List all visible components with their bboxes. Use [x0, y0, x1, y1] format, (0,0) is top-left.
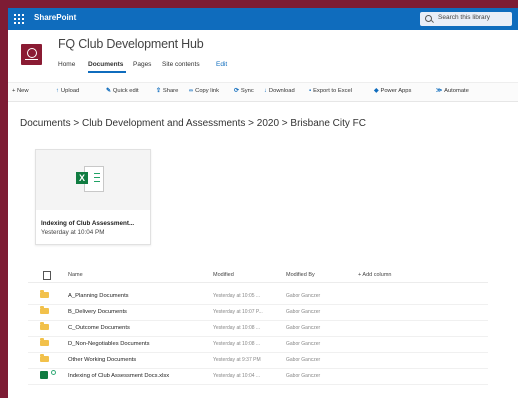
download-button[interactable]: ↓ Download: [264, 88, 295, 94]
row-modified-by: Gabor Ganczer: [286, 357, 321, 363]
excel-file-icon: [40, 371, 48, 379]
link-icon: ∞: [189, 88, 194, 94]
new-file-icon: [51, 370, 56, 375]
automate-button[interactable]: ≫ Automate: [436, 88, 469, 94]
export-excel-button[interactable]: ▪ Export to Excel: [309, 88, 352, 94]
row-modified: Yesterday at 9:37 PM: [213, 357, 261, 363]
list-item[interactable]: Indexing of Club Assessment Docs.xlsx Yes…: [28, 368, 488, 385]
brand-label[interactable]: SharePoint: [34, 13, 76, 22]
sync-button[interactable]: ⟳ Sync: [234, 88, 254, 94]
site-logo[interactable]: [21, 44, 42, 65]
site-header: FQ Club Development Hub Home Documents P…: [8, 30, 518, 82]
row-modified: Yesterday at 10:08 ...: [213, 341, 261, 347]
search-box[interactable]: Search this library: [420, 12, 512, 26]
excel-file-icon: X: [76, 166, 104, 192]
list-item[interactable]: C_Outcome Documents Yesterday at 10:08 ..…: [28, 320, 488, 337]
row-modified-by: Gabor Ganczer: [286, 293, 321, 299]
row-modified-by: Gabor Ganczer: [286, 309, 321, 315]
row-modified: Yesterday at 10:07 P...: [213, 309, 263, 315]
row-modified: Yesterday at 10:05 ...: [213, 293, 261, 299]
tile-modified-time: Yesterday at 10:04 PM: [41, 229, 105, 236]
power-apps-icon: ◆: [374, 88, 379, 94]
site-title[interactable]: FQ Club Development Hub: [58, 37, 204, 51]
suite-bar: SharePoint Search this library: [8, 8, 518, 30]
list-item[interactable]: B_Delivery Documents Yesterday at 10:07 P…: [28, 304, 488, 321]
quick-edit-button[interactable]: ✎ Quick edit: [106, 88, 139, 94]
power-apps-button[interactable]: ◆ Power Apps: [374, 88, 411, 94]
folder-icon: [40, 322, 49, 330]
nav-edit[interactable]: Edit: [216, 61, 227, 68]
pencil-icon: ✎: [106, 88, 111, 94]
nav-active-indicator: [88, 71, 126, 73]
sync-icon: ⟳: [234, 88, 239, 94]
share-icon: ⇪: [156, 88, 161, 94]
folder-icon: [40, 338, 49, 346]
sharepoint-window: SharePoint Search this library FQ Club D…: [8, 8, 518, 398]
folder-icon: [40, 354, 49, 362]
upload-icon: ↑: [56, 88, 59, 94]
nav-documents[interactable]: Documents: [88, 61, 123, 68]
search-icon: [425, 15, 432, 22]
row-modified-by: Gabor Ganczer: [286, 341, 321, 347]
command-bar: + New ↑ Upload ✎ Quick edit ⇪ Share ∞ Copy l…: [8, 82, 518, 102]
column-modified-by[interactable]: Modified By: [286, 272, 315, 278]
tile-file-name: Indexing of Club Assessment...: [41, 220, 135, 227]
folder-icon: [40, 290, 49, 298]
automate-icon: ≫: [436, 88, 443, 94]
app-launcher-icon[interactable]: [14, 14, 24, 24]
breadcrumb[interactable]: Documents > Club Development and Assessm…: [20, 118, 366, 129]
row-name[interactable]: C_Outcome Documents: [68, 325, 130, 331]
folder-icon: [40, 306, 49, 314]
row-name[interactable]: D_Non-Negotiables Documents: [68, 341, 150, 347]
nav-pages[interactable]: Pages: [133, 61, 151, 68]
search-placeholder: Search this library: [438, 14, 491, 21]
row-name[interactable]: Other Working Documents: [68, 357, 136, 363]
row-modified: Yesterday at 10:04 ...: [213, 373, 261, 379]
new-button[interactable]: + New: [12, 88, 29, 94]
list-header: Name Modified Modified By + Add column: [28, 268, 488, 283]
share-button[interactable]: ⇪ Share: [156, 88, 178, 94]
row-modified-by: Gabor Ganczer: [286, 325, 321, 331]
file-thumbnail: X: [36, 150, 150, 210]
row-modified-by: Gabor Ganczer: [286, 373, 321, 379]
row-name[interactable]: Indexing of Club Assessment Docs.xlsx: [68, 373, 169, 379]
excel-icon: ▪: [309, 88, 312, 94]
recent-file-tile[interactable]: X Indexing of Club Assessment... Yesterd…: [35, 149, 151, 245]
list-item[interactable]: A_Planning Documents Yesterday at 10:05 .…: [28, 288, 488, 305]
copy-link-button[interactable]: ∞ Copy link: [189, 88, 219, 94]
download-icon: ↓: [264, 88, 267, 94]
file-type-icon: [43, 271, 51, 280]
upload-button[interactable]: ↑ Upload: [56, 88, 79, 94]
row-name[interactable]: A_Planning Documents: [68, 293, 129, 299]
nav-site-contents[interactable]: Site contents: [162, 61, 200, 68]
column-name[interactable]: Name: [68, 272, 83, 278]
nav-home[interactable]: Home: [58, 61, 75, 68]
add-column-button[interactable]: + Add column: [358, 272, 391, 278]
column-modified[interactable]: Modified: [213, 272, 234, 278]
list-item[interactable]: D_Non-Negotiables Documents Yesterday at …: [28, 336, 488, 353]
row-modified: Yesterday at 10:08 ...: [213, 325, 261, 331]
list-item[interactable]: Other Working Documents Yesterday at 9:37…: [28, 352, 488, 369]
row-name[interactable]: B_Delivery Documents: [68, 309, 127, 315]
